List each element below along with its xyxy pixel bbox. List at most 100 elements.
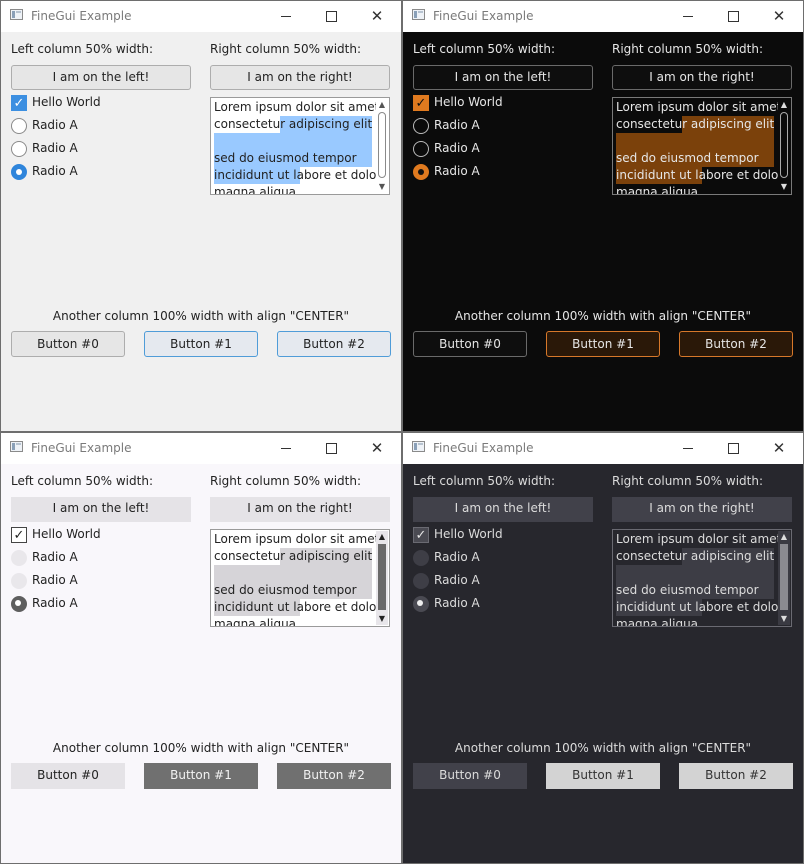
- radio-button-selected[interactable]: [11, 596, 27, 612]
- button-1[interactable]: Button #1: [144, 331, 258, 357]
- radio-button-selected[interactable]: [413, 164, 429, 180]
- button-0[interactable]: Button #0: [413, 763, 527, 789]
- checkmark-icon[interactable]: ✓: [413, 527, 429, 543]
- scroll-down-icon[interactable]: ▼: [778, 613, 790, 625]
- textarea-line: incididunt ut labore et dolore: [214, 600, 389, 614]
- title-bar[interactable]: FineGui Example ✕: [403, 1, 803, 32]
- maximize-button[interactable]: [722, 5, 744, 27]
- minimize-button[interactable]: [677, 5, 699, 27]
- scrollbar-thumb[interactable]: [378, 112, 386, 178]
- radio-button[interactable]: [11, 118, 27, 134]
- textarea-line: consectetur adipiscing elit: [616, 549, 775, 563]
- radio-button[interactable]: [413, 550, 429, 566]
- close-icon: ✕: [370, 7, 384, 25]
- window-flat-light-theme: FineGui Example ✕ Left column 50% width:…: [0, 432, 402, 864]
- radio-button[interactable]: [11, 141, 27, 157]
- radio-dot-icon: [418, 169, 424, 175]
- maximize-button[interactable]: [320, 5, 342, 27]
- left-button[interactable]: I am on the left!: [11, 65, 191, 90]
- close-button[interactable]: ✕: [768, 5, 790, 27]
- radio-button-selected[interactable]: [413, 596, 429, 612]
- app-icon: [10, 9, 23, 20]
- scrollbar-thumb[interactable]: [780, 112, 788, 178]
- window-content: Left column 50% width: Right column 50% …: [1, 32, 401, 431]
- left-button[interactable]: I am on the left!: [11, 497, 191, 522]
- scroll-up-icon[interactable]: ▲: [376, 531, 388, 543]
- textarea-line: magna aliqua.: [616, 185, 702, 195]
- close-button[interactable]: ✕: [366, 437, 388, 459]
- button-1[interactable]: Button #1: [546, 331, 660, 357]
- right-button[interactable]: I am on the right!: [612, 65, 792, 90]
- radio-button[interactable]: [413, 573, 429, 589]
- minimize-button[interactable]: [677, 437, 699, 459]
- checkmark-icon[interactable]: ✓: [11, 95, 27, 111]
- radio-button[interactable]: [413, 141, 429, 157]
- button-2[interactable]: Button #2: [277, 331, 391, 357]
- vertical-scrollbar[interactable]: ▲ ▼: [778, 99, 790, 193]
- right-button[interactable]: I am on the right!: [210, 497, 390, 522]
- scroll-down-icon[interactable]: ▼: [376, 613, 388, 625]
- button-2[interactable]: Button #2: [679, 763, 793, 789]
- radio-button[interactable]: [413, 118, 429, 134]
- radio-button-selected[interactable]: [11, 164, 27, 180]
- checkbox-label: Hello World: [434, 95, 503, 109]
- lorem-textarea[interactable]: Lorem ipsum dolor sit amet, consectetur …: [210, 97, 390, 195]
- radio-label: Radio A: [434, 550, 480, 564]
- window-title: FineGui Example: [31, 9, 132, 23]
- checkmark-icon[interactable]: ✓: [11, 527, 27, 543]
- radio-dot-icon: [417, 600, 423, 606]
- minimize-button[interactable]: [275, 437, 297, 459]
- textarea-line: incididunt ut labore et dolore: [214, 168, 389, 182]
- textarea-line: incididunt ut labore et dolore: [616, 168, 791, 182]
- button-0[interactable]: Button #0: [11, 763, 125, 789]
- left-button[interactable]: I am on the left!: [413, 65, 593, 90]
- close-button[interactable]: ✕: [768, 437, 790, 459]
- maximize-icon: [325, 10, 337, 22]
- scroll-down-icon[interactable]: ▼: [376, 181, 388, 193]
- maximize-button[interactable]: [320, 437, 342, 459]
- vertical-scrollbar[interactable]: ▲ ▼: [376, 99, 388, 193]
- lorem-textarea[interactable]: Lorem ipsum dolor sit amet, consectetur …: [612, 529, 792, 627]
- title-bar[interactable]: FineGui Example ✕: [1, 1, 401, 32]
- vertical-scrollbar[interactable]: ▲ ▼: [376, 531, 388, 625]
- selection-highlight: [214, 133, 372, 150]
- scrollbar-thumb[interactable]: [378, 544, 386, 610]
- textarea-line: Lorem ipsum dolor sit amet,: [616, 100, 786, 114]
- button-1[interactable]: Button #1: [546, 763, 660, 789]
- title-bar[interactable]: FineGui Example ✕: [403, 433, 803, 464]
- scroll-up-icon[interactable]: ▲: [376, 99, 388, 111]
- checkmark-icon[interactable]: ✓: [413, 95, 429, 111]
- button-2[interactable]: Button #2: [679, 331, 793, 357]
- scrollbar-thumb[interactable]: [780, 544, 788, 610]
- scroll-down-icon[interactable]: ▼: [778, 181, 790, 193]
- button-2[interactable]: Button #2: [277, 763, 391, 789]
- button-0[interactable]: Button #0: [11, 331, 125, 357]
- lorem-textarea[interactable]: Lorem ipsum dolor sit amet, consectetur …: [612, 97, 792, 195]
- lorem-textarea[interactable]: Lorem ipsum dolor sit amet, consectetur …: [210, 529, 390, 627]
- radio-dot-icon: [16, 169, 22, 175]
- scroll-up-icon[interactable]: ▲: [778, 99, 790, 111]
- selection-highlight: [214, 565, 372, 582]
- minimize-button[interactable]: [275, 5, 297, 27]
- left-column-label: Left column 50% width:: [413, 42, 555, 56]
- button-1[interactable]: Button #1: [144, 763, 258, 789]
- left-button[interactable]: I am on the left!: [413, 497, 593, 522]
- textarea-line: magna aliqua.: [214, 185, 300, 195]
- maximize-button[interactable]: [722, 437, 744, 459]
- right-button[interactable]: I am on the right!: [612, 497, 792, 522]
- radio-button[interactable]: [11, 573, 27, 589]
- scroll-up-icon[interactable]: ▲: [778, 531, 790, 543]
- radio-button[interactable]: [11, 550, 27, 566]
- radio-label: Radio A: [434, 164, 480, 178]
- window-title: FineGui Example: [433, 9, 534, 23]
- vertical-scrollbar[interactable]: ▲ ▼: [778, 531, 790, 625]
- textarea-line: consectetur adipiscing elit: [616, 117, 775, 131]
- right-column-label: Right column 50% width:: [612, 42, 764, 56]
- center-column-label: Another column 100% width with align "CE…: [454, 309, 752, 323]
- right-button[interactable]: I am on the right!: [210, 65, 390, 90]
- button-0[interactable]: Button #0: [413, 331, 527, 357]
- close-icon: ✕: [772, 7, 786, 25]
- close-icon: ✕: [370, 439, 384, 457]
- close-button[interactable]: ✕: [366, 5, 388, 27]
- title-bar[interactable]: FineGui Example ✕: [1, 433, 401, 464]
